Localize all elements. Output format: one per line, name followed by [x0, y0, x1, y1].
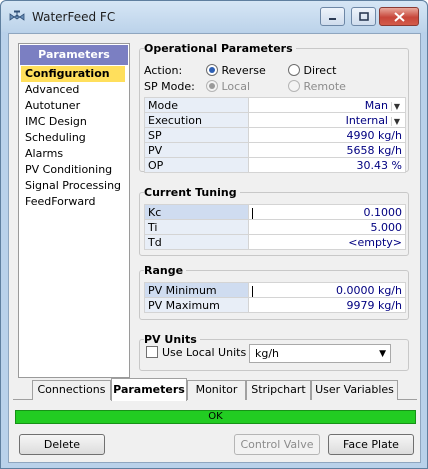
pv-label: PV — [144, 142, 249, 158]
nav-item-signal-processing[interactable]: Signal Processing — [19, 178, 129, 194]
table-row: PV Minimum 0.0000 kg/h — [144, 282, 407, 298]
pv-minimum-value[interactable]: 0.0000 kg/h — [247, 282, 407, 298]
pv-units-title: PV Units — [144, 333, 200, 346]
spmode-label: SP Mode: — [144, 80, 195, 93]
valve-icon — [9, 10, 25, 21]
ti-value[interactable]: 5.000 — [247, 219, 407, 235]
table-row: SP 4990 kg/h — [144, 127, 407, 143]
op-label: OP — [144, 157, 249, 173]
pv-maximum-label: PV Maximum — [144, 297, 249, 313]
status-bar: OK — [15, 410, 416, 424]
table-row: Ti 5.000 — [144, 219, 407, 235]
action-label: Action: — [144, 64, 183, 77]
text-cursor — [251, 285, 253, 297]
sp-label: SP — [144, 127, 249, 143]
tab-user-variables[interactable]: User Variables — [311, 380, 398, 400]
tab-connections[interactable]: Connections — [32, 380, 111, 400]
nav-item-pv-conditioning[interactable]: PV Conditioning — [19, 162, 129, 178]
nav-header: Parameters — [20, 45, 128, 65]
pv-units-value: kg/h — [255, 347, 280, 360]
spmode-remote-radio[interactable]: Remote — [288, 80, 346, 93]
pv-value: 5658 kg/h — [247, 142, 407, 158]
table-row: PV 5658 kg/h — [144, 142, 407, 158]
pv-minimum-label: PV Minimum — [144, 282, 249, 298]
action-reverse-radio[interactable]: Reverse — [206, 64, 266, 77]
execution-label: Execution — [144, 112, 249, 128]
use-local-units-checkbox[interactable]: Use Local Units — [146, 346, 246, 359]
table-row: Td <empty> — [144, 234, 407, 250]
td-label: Td — [144, 234, 249, 250]
close-button[interactable] — [379, 7, 419, 26]
op-value[interactable]: 30.43 % — [247, 157, 407, 173]
tab-stripchart[interactable]: Stripchart — [246, 380, 311, 400]
tuning-title: Current Tuning — [144, 186, 240, 199]
radio-unselected-icon — [288, 80, 300, 92]
table-row: OP 30.43 % — [144, 157, 407, 173]
table-row: PV Maximum 9979 kg/h — [144, 297, 407, 313]
nav-item-feedforward[interactable]: FeedForward — [19, 194, 129, 210]
nav-item-configuration[interactable]: Configuration — [21, 66, 125, 82]
nav-item-autotuner[interactable]: Autotuner — [19, 98, 129, 114]
use-local-units-label: Use Local Units — [162, 346, 247, 359]
maximize-icon — [358, 12, 369, 21]
nav-item-advanced[interactable]: Advanced — [19, 82, 129, 98]
title-bar[interactable]: WaterFeed FC — [1, 1, 427, 32]
mode-label: Mode — [144, 97, 249, 113]
kc-label: Kc — [144, 204, 249, 220]
tab-monitor[interactable]: Monitor — [187, 380, 246, 400]
radio-selected-icon — [206, 64, 218, 76]
td-value[interactable]: <empty> — [247, 234, 407, 250]
face-plate-button[interactable]: Face Plate — [328, 434, 414, 455]
kc-value-text: 0.1000 — [363, 205, 403, 219]
sp-value[interactable]: 4990 kg/h — [247, 127, 407, 143]
chevron-down-icon: ▼ — [379, 349, 386, 359]
range-title: Range — [144, 264, 187, 277]
spmode-remote-label: Remote — [303, 80, 346, 93]
kc-value[interactable]: 0.1000 — [247, 204, 407, 220]
mode-value: Man — [364, 98, 388, 112]
minimize-button[interactable] — [320, 7, 345, 26]
table-row: Mode Man ▼ — [144, 97, 407, 113]
radio-unselected-icon — [288, 64, 300, 76]
spmode-local-label: Local — [221, 80, 251, 93]
parameters-nav: Parameters Configuration Advanced Autotu… — [18, 43, 130, 378]
chevron-down-icon[interactable]: ▼ — [391, 101, 402, 111]
table-row: Execution Internal ▼ — [144, 112, 407, 128]
action-direct-radio[interactable]: Direct — [288, 64, 336, 77]
tuning-grid: Kc 0.1000 Ti 5.000 Td <empty> — [144, 204, 407, 250]
mode-dropdown[interactable]: Man ▼ — [247, 97, 407, 113]
table-row: Kc 0.1000 — [144, 204, 407, 220]
control-valve-button[interactable]: Control Valve — [234, 434, 320, 455]
window-title: WaterFeed FC — [32, 10, 116, 24]
close-icon — [393, 11, 405, 22]
execution-value: Internal — [345, 113, 388, 127]
chevron-down-icon[interactable]: ▼ — [391, 116, 402, 126]
spmode-local-radio[interactable]: Local — [206, 80, 250, 93]
tab-parameters[interactable]: Parameters — [111, 378, 187, 401]
dialog-body: Parameters Configuration Advanced Autotu… — [8, 33, 421, 463]
nav-item-imc-design[interactable]: IMC Design — [19, 114, 129, 130]
action-direct-label: Direct — [303, 64, 337, 77]
radio-selected-icon — [206, 80, 218, 92]
range-grid: PV Minimum 0.0000 kg/h PV Maximum 9979 k… — [144, 282, 407, 313]
operational-grid: Mode Man ▼ Execution Internal ▼ SP 4990 kg… — [144, 97, 407, 173]
text-cursor — [251, 207, 253, 219]
operational-title: Operational Parameters — [144, 42, 296, 55]
checkbox-icon — [146, 346, 158, 358]
minimize-icon — [329, 18, 336, 20]
pv-maximum-value[interactable]: 9979 kg/h — [247, 297, 407, 313]
nav-item-scheduling[interactable]: Scheduling — [19, 130, 129, 146]
pv-units-select[interactable]: kg/h ▼ — [249, 344, 391, 363]
action-reverse-label: Reverse — [221, 64, 266, 77]
app-window: WaterFeed FC Parameters Configuration Ad… — [0, 0, 428, 469]
pv-minimum-value-text: 0.0000 kg/h — [335, 283, 402, 297]
delete-button[interactable]: Delete — [19, 434, 105, 455]
ti-label: Ti — [144, 219, 249, 235]
execution-dropdown[interactable]: Internal ▼ — [247, 112, 407, 128]
maximize-button[interactable] — [351, 7, 376, 26]
nav-item-alarms[interactable]: Alarms — [19, 146, 129, 162]
